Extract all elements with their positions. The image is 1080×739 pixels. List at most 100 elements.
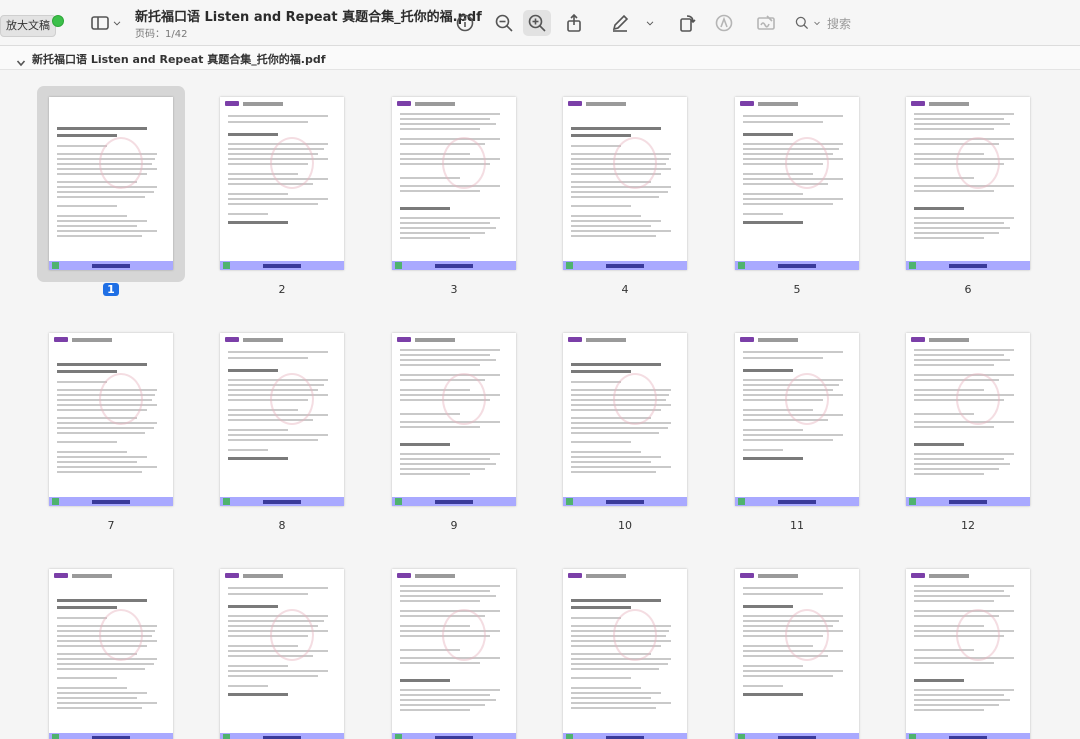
rotate-button[interactable] [673, 10, 701, 36]
text-line [228, 593, 308, 595]
text-line [57, 456, 147, 458]
text-line [571, 451, 641, 453]
text-line [571, 145, 621, 147]
text-line [57, 205, 117, 207]
text-line [914, 354, 1004, 356]
text-line [743, 115, 843, 117]
text-line [57, 422, 157, 424]
text-line [57, 196, 145, 198]
text-line [571, 422, 671, 424]
share-button[interactable] [560, 10, 588, 36]
search-field[interactable]: 搜索 [794, 12, 914, 34]
page-footer-bar [392, 497, 516, 506]
text-line [228, 670, 328, 672]
text-line [743, 198, 843, 200]
text-line [57, 186, 157, 188]
info-button[interactable] [451, 10, 479, 36]
text-line [571, 127, 661, 130]
text-line [228, 203, 318, 205]
window-zoom-button[interactable] [52, 15, 64, 27]
page-header-logo [225, 336, 339, 343]
text-line [914, 585, 1014, 587]
signature-button[interactable] [752, 10, 780, 36]
page-number: 11 [790, 519, 804, 532]
text-line [400, 123, 496, 125]
text-line [400, 458, 490, 460]
text-line [743, 193, 803, 195]
text-line [914, 426, 994, 428]
page-footer-bar [220, 497, 344, 506]
text-line [57, 668, 145, 670]
text-line [228, 429, 288, 431]
markup-menu-button[interactable] [640, 10, 660, 36]
chevron-down-icon[interactable] [16, 53, 26, 67]
text-line [400, 453, 500, 455]
view-menu-button[interactable] [108, 10, 126, 36]
text-line [400, 600, 480, 602]
zoom-out-button[interactable] [490, 10, 518, 36]
zoom-tooltip: 放大文稿 [0, 15, 56, 37]
section-title: 新托福口语 Listen and Repeat 真题合集_托你的福.pdf [32, 53, 326, 66]
markup-button[interactable] [606, 10, 634, 36]
text-line [57, 606, 117, 609]
text-line [400, 118, 490, 120]
text-line [57, 191, 154, 193]
highlight-button[interactable] [710, 10, 738, 36]
page-preview [220, 333, 344, 506]
text-line [400, 217, 500, 219]
page-header-logo [740, 100, 854, 107]
text-line [743, 203, 833, 205]
text-line [57, 677, 117, 679]
text-line [914, 453, 1014, 455]
text-line [228, 439, 318, 441]
page-preview [220, 97, 344, 270]
text-line [57, 432, 145, 434]
zoom-in-button[interactable] [523, 10, 551, 36]
text-line [57, 461, 137, 463]
page-footer-bar [220, 733, 344, 739]
text-line [743, 133, 793, 136]
text-line [228, 665, 288, 667]
text-line [914, 421, 1014, 423]
text-line [400, 443, 450, 446]
page-header-logo [397, 572, 511, 579]
text-line [743, 675, 833, 677]
text-line [914, 349, 1014, 351]
page-number: 4 [621, 283, 629, 296]
page-header-logo [740, 336, 854, 343]
text-line [571, 134, 631, 137]
text-line [57, 617, 107, 619]
text-line [228, 351, 328, 353]
text-line [228, 213, 268, 215]
text-line [228, 193, 288, 195]
page-footer-bar [220, 261, 344, 270]
page-preview [49, 333, 173, 506]
page-preview [49, 97, 173, 270]
text-line [57, 441, 117, 443]
chevron-down-icon [646, 21, 654, 26]
text-line [743, 434, 843, 436]
watermark [99, 373, 143, 425]
zoom-out-icon [495, 14, 513, 32]
page-preview [392, 569, 516, 739]
section-header[interactable]: 新托福口语 Listen and Repeat 真题合集_托你的福.pdf [0, 46, 1080, 70]
page-preview [563, 333, 687, 506]
page-footer-bar [49, 261, 173, 270]
text-line [400, 138, 500, 140]
page-footer-bar [906, 733, 1030, 739]
text-line [571, 697, 651, 699]
page-footer-bar [392, 733, 516, 739]
text-line [743, 121, 823, 123]
watermark [270, 373, 314, 425]
text-line [571, 702, 671, 704]
text-line [914, 590, 1004, 592]
page-footer-bar [563, 733, 687, 739]
text-line [400, 354, 490, 356]
text-line [571, 220, 661, 222]
text-line [400, 364, 480, 366]
page-header-logo [911, 100, 1025, 107]
page-number: 3 [450, 283, 458, 296]
text-line [400, 585, 500, 587]
page-number: 9 [450, 519, 458, 532]
page-number: 6 [964, 283, 972, 296]
